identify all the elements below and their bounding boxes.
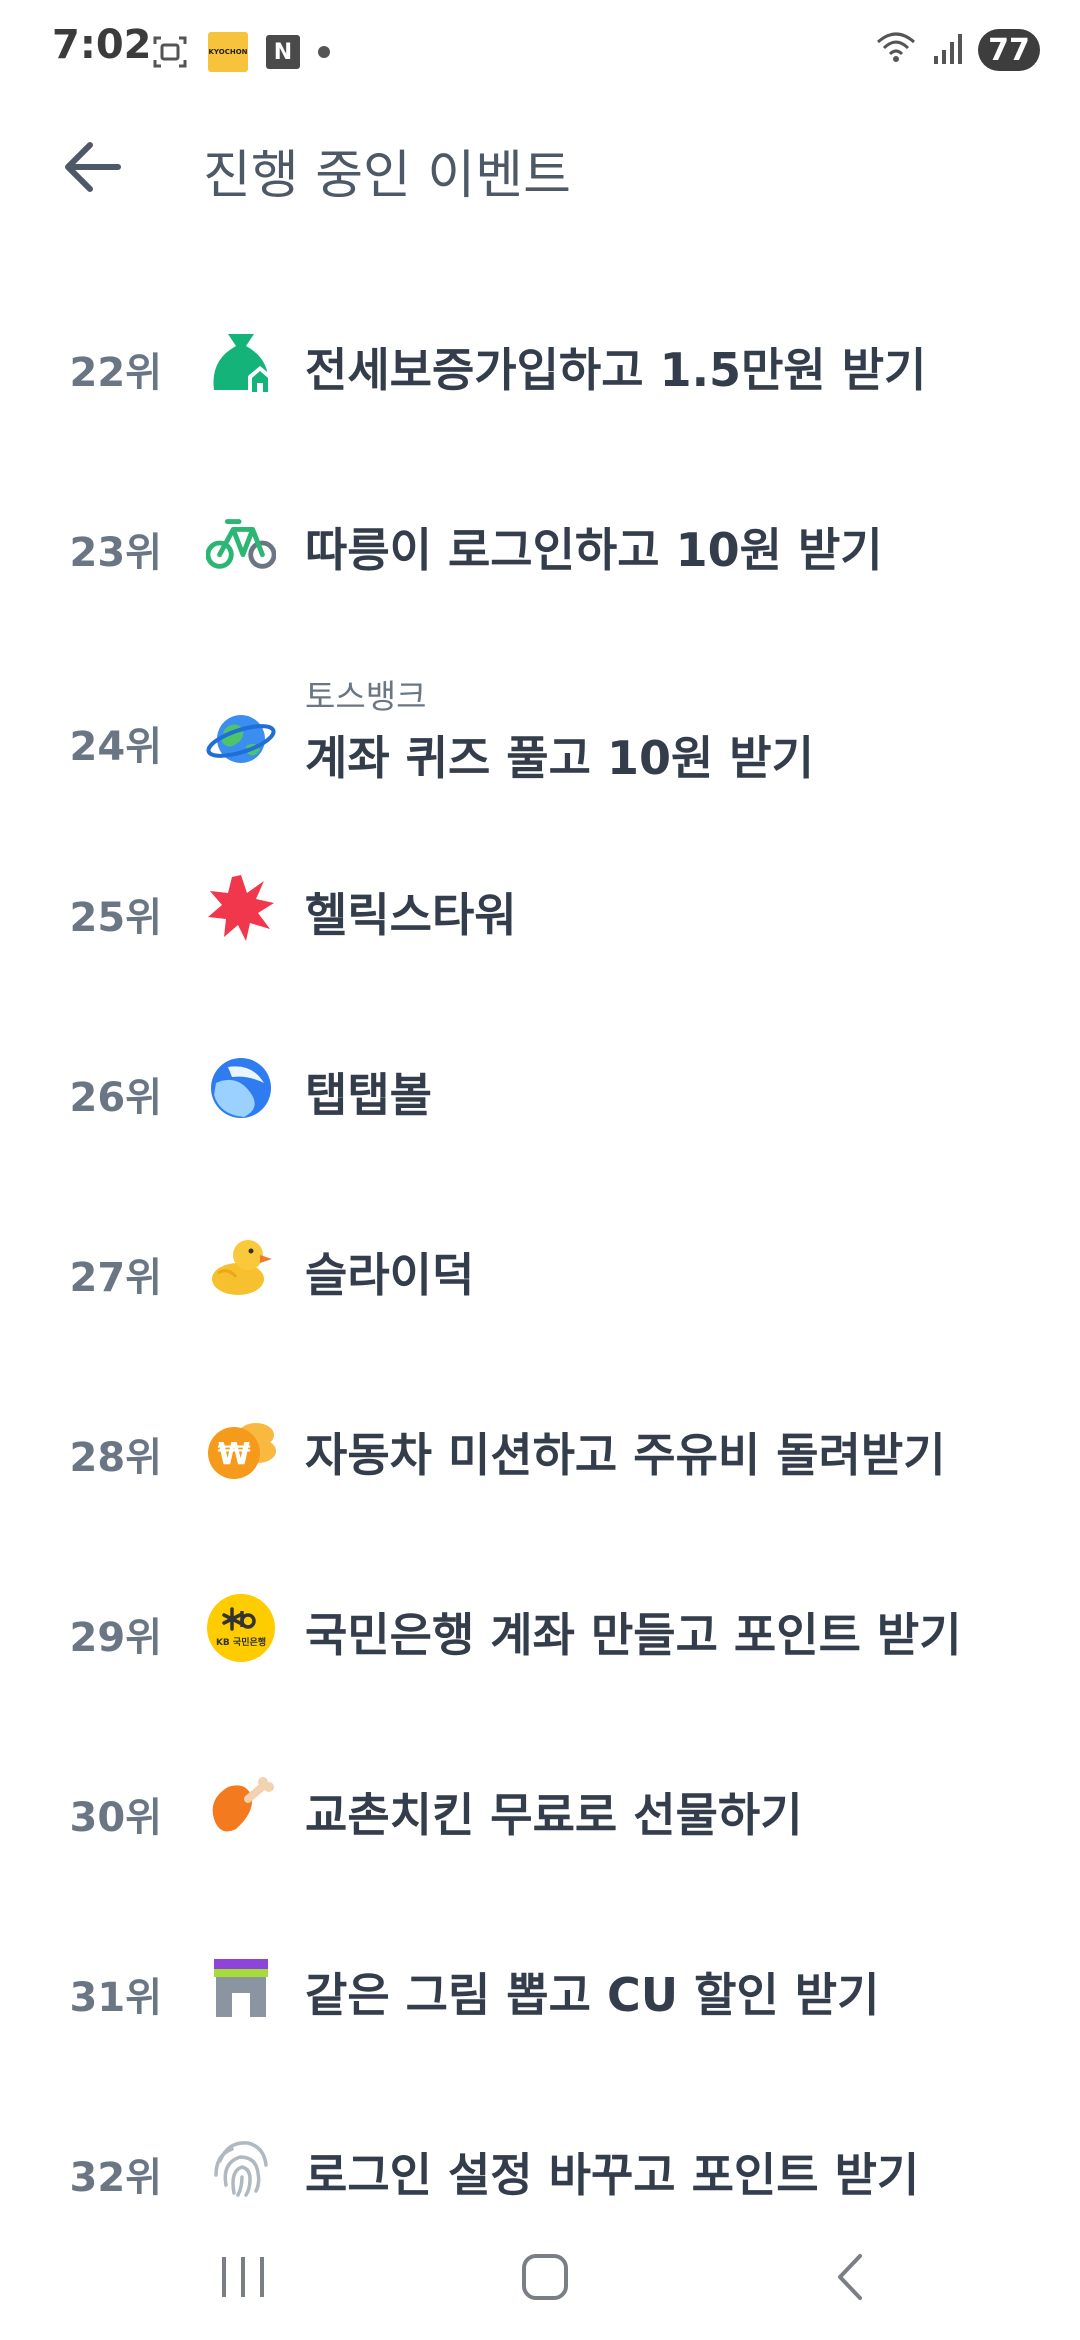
status-notification-icons: KYOCHON N (150, 30, 330, 74)
event-item-22[interactable]: 22위 전세보증가입하고 1.5만원 받기 (0, 290, 1080, 440)
event-item-26[interactable]: 26위 탭탭볼 (0, 1015, 1080, 1165)
app-header: 진행 중인 이벤트 (0, 105, 1080, 225)
kb-logo-text: KB 국민은행 (216, 1636, 266, 1648)
system-back-button[interactable] (810, 2237, 890, 2317)
event-item-23[interactable]: 23위 따릉이 로그인하고 10원 받기 (0, 470, 1080, 620)
rubber-duck-icon (206, 1231, 276, 1301)
event-rank: 31위 (69, 1975, 162, 2021)
svg-text:₩: ₩ (217, 1437, 250, 1472)
event-title: 헬릭스타워 (305, 888, 517, 942)
event-rank: 27위 (69, 1255, 162, 1301)
event-item-25[interactable]: 25위 헬릭스타워 (0, 835, 1080, 985)
cu-store-icon (206, 1953, 276, 2023)
blue-ball-icon (206, 1053, 276, 1123)
money-bag-house-icon (206, 328, 276, 398)
event-item-28[interactable]: 28위 ₩ 자동차 미션하고 주유비 돌려받기 (0, 1375, 1080, 1525)
event-rank: 26위 (69, 1075, 162, 1121)
event-title: 교촌치킨 무료로 선물하기 (305, 1788, 803, 1842)
red-burst-icon (206, 873, 276, 943)
event-rank: 24위 (69, 724, 162, 770)
more-notifications-dot-icon (318, 46, 330, 58)
event-item-31[interactable]: 31위 같은 그림 뽑고 CU 할인 받기 (0, 1915, 1080, 2065)
signal-icon (932, 30, 964, 70)
event-item-29[interactable]: 29위 KB 국민은행 국민은행 계좌 만들고 포인트 받기 (0, 1555, 1080, 1705)
home-button[interactable] (505, 2237, 585, 2317)
wifi-icon (874, 28, 918, 72)
won-coin-icon: ₩ (206, 1413, 276, 1483)
back-button[interactable] (52, 127, 132, 207)
event-rank: 32위 (69, 2155, 162, 2201)
battery-indicator: 77 (978, 29, 1040, 71)
status-system-icons: 77 (874, 28, 1040, 72)
recent-apps-icon (222, 2257, 264, 2297)
page-title: 진행 중인 이벤트 (203, 146, 571, 206)
event-title: 따릉이 로그인하고 10원 받기 (305, 523, 883, 577)
arrow-left-icon (65, 142, 121, 192)
event-rank: 23위 (69, 530, 162, 576)
status-bar: 7:02 KYOCHON N 77 (0, 0, 1080, 105)
recent-apps-button[interactable] (203, 2237, 283, 2317)
kyochon-app-icon: KYOCHON (208, 32, 248, 72)
event-subtitle: 토스뱅크 (305, 677, 427, 716)
kb-bank-icon: KB 국민은행 (206, 1593, 276, 1663)
globe-icon (206, 704, 276, 774)
event-title: 같은 그림 뽑고 CU 할인 받기 (305, 1968, 880, 2022)
event-title: 자동차 미션하고 주유비 돌려받기 (305, 1428, 946, 1482)
chevron-left-icon (838, 2254, 862, 2300)
fingerprint-icon (206, 2133, 276, 2203)
status-time: 7:02 (52, 22, 152, 68)
event-title: 슬라이덕 (305, 1248, 475, 1302)
home-icon (522, 2254, 568, 2300)
event-item-30[interactable]: 30위 교촌치킨 무료로 선물하기 (0, 1735, 1080, 1885)
event-title: 로그인 설정 바꾸고 포인트 받기 (305, 2148, 920, 2202)
event-title: 전세보증가입하고 1.5만원 받기 (305, 343, 927, 397)
event-rank: 28위 (69, 1435, 162, 1481)
chicken-leg-icon (206, 1773, 276, 1843)
event-item-27[interactable]: 27위 슬라이덕 (0, 1195, 1080, 1345)
event-title: 국민은행 계좌 만들고 포인트 받기 (305, 1608, 962, 1662)
event-rank: 22위 (69, 350, 162, 396)
bicycle-icon (206, 508, 276, 578)
event-rank: 30위 (69, 1795, 162, 1841)
event-title: 탭탭볼 (305, 1068, 432, 1122)
event-rank: 29위 (69, 1615, 162, 1661)
event-item-24[interactable]: 24위 토스뱅크 계좌 퀴즈 풀고 10원 받기 (0, 650, 1080, 800)
naver-app-icon: N (266, 35, 300, 69)
screenshot-icon (150, 32, 190, 72)
event-title: 계좌 퀴즈 풀고 10원 받기 (305, 731, 814, 785)
system-nav-bar (0, 2215, 1080, 2340)
event-rank: 25위 (69, 895, 162, 941)
